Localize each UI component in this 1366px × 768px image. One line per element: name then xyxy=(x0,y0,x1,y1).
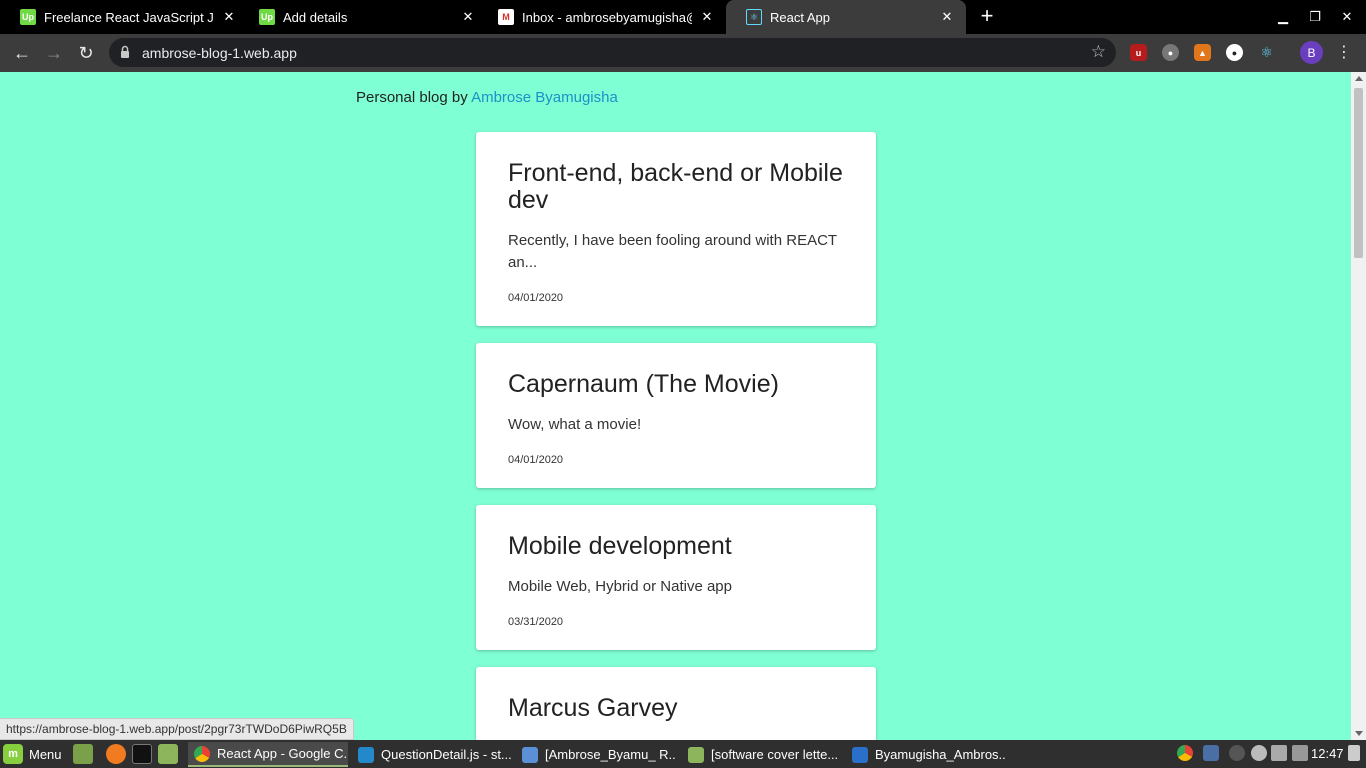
minimize-icon[interactable]: ▁ xyxy=(1266,0,1300,34)
back-arrow-icon[interactable]: ← xyxy=(10,41,34,65)
start-menu-button[interactable]: m Menu xyxy=(3,743,62,765)
task-document-viewer[interactable]: [Ambrose_Byamu_ R... xyxy=(516,742,676,767)
task-label: QuestionDetail.js - st... xyxy=(381,747,512,762)
volume-icon[interactable] xyxy=(1348,745,1360,761)
browser-toolbar: ← → ↻ ambrose-blog-1.web.app ☆ u ● ▲ ● ⚛… xyxy=(0,34,1366,72)
extension-circle-icon[interactable]: ● xyxy=(1162,44,1179,61)
header-text: Personal blog by xyxy=(356,89,472,106)
link-status-bubble: https://ambrose-blog-1.web.app/post/2pgr… xyxy=(0,718,354,740)
address-bar[interactable]: ambrose-blog-1.web.app ☆ xyxy=(109,38,1116,67)
react-devtools-icon[interactable]: ⚛ xyxy=(1258,44,1275,61)
task-label: [Ambrose_Byamu_ R... xyxy=(545,747,676,762)
scroll-down-arrow-icon[interactable] xyxy=(1355,731,1363,736)
tab-title: Inbox - ambrosebyamugisha@ xyxy=(522,9,692,25)
task-chrome[interactable]: React App - Google C... xyxy=(188,742,348,767)
network-icon[interactable] xyxy=(1271,745,1287,761)
tab-freelance-jobs[interactable]: Up Freelance React JavaScript Jobs ✕ xyxy=(0,0,248,34)
post-date: 04/01/2020 xyxy=(508,292,564,304)
scrollbar-thumb[interactable] xyxy=(1354,88,1363,258)
web-page: Personal blog by Ambrose Byamugisha Fron… xyxy=(0,72,1351,740)
scroll-up-arrow-icon[interactable] xyxy=(1355,76,1363,81)
task-label: Byamugisha_Ambros... xyxy=(875,747,1006,762)
bookmark-star-icon[interactable]: ☆ xyxy=(1091,42,1106,62)
post-excerpt: Recently, I have been fooling around wit… xyxy=(508,232,837,271)
document-viewer-icon xyxy=(522,746,538,763)
show-desktop-icon[interactable] xyxy=(73,744,93,764)
files-icon[interactable] xyxy=(158,744,178,764)
tab-inbox[interactable]: M Inbox - ambrosebyamugisha@ ✕ xyxy=(478,0,726,34)
post-title: Front-end, back-end or Mobile dev xyxy=(508,159,843,214)
more-menu-icon[interactable]: ⋮ xyxy=(1336,42,1352,62)
reload-icon[interactable]: ↻ xyxy=(74,41,98,65)
profile-avatar[interactable]: B xyxy=(1300,41,1323,64)
tab-add-details[interactable]: Up Add details ✕ xyxy=(239,0,487,34)
metamask-fox-icon[interactable]: ▲ xyxy=(1194,44,1211,61)
task-label: React App - Google C... xyxy=(217,746,348,761)
post-card[interactable]: Mobile development Mobile Web, Hybrid or… xyxy=(476,505,876,650)
post-list: Front-end, back-end or Mobile dev Recent… xyxy=(476,132,876,740)
extension-dot-icon[interactable]: ● xyxy=(1226,44,1243,61)
post-title: Capernaum (The Movie) xyxy=(508,370,779,398)
task-writer[interactable]: Byamugisha_Ambros... xyxy=(846,742,1006,767)
tab-react-app[interactable]: ⚛ React App ✕ xyxy=(726,0,966,34)
chrome-tray-icon[interactable] xyxy=(1177,745,1193,761)
tab-title: Freelance React JavaScript Jobs xyxy=(44,9,214,25)
writer-icon xyxy=(852,746,868,763)
post-excerpt: Mobile Web, Hybrid or Native app xyxy=(508,578,732,595)
post-excerpt: Wow, what a movie! xyxy=(508,416,642,433)
terminal-icon[interactable] xyxy=(132,744,152,764)
post-card[interactable]: Front-end, back-end or Mobile dev Recent… xyxy=(476,132,876,326)
restore-icon[interactable]: ❐ xyxy=(1298,0,1332,34)
upwork-icon: Up xyxy=(259,9,275,25)
tab-title: React App xyxy=(770,9,830,25)
mint-logo-icon: m xyxy=(3,744,23,764)
tab-title: Add details xyxy=(283,9,348,25)
user-icon[interactable] xyxy=(1251,745,1267,761)
browser-tab-strip: Up Freelance React JavaScript Jobs ✕ Up … xyxy=(0,0,1366,34)
post-card[interactable]: Capernaum (The Movie) Wow, what a movie!… xyxy=(476,343,876,488)
page-scrollbar[interactable] xyxy=(1351,72,1366,740)
forward-arrow-icon[interactable]: → xyxy=(42,41,66,65)
post-date: 04/01/2020 xyxy=(508,454,564,466)
task-vscode[interactable]: QuestionDetail.js - st... xyxy=(352,742,512,767)
url-text: ambrose-blog-1.web.app xyxy=(142,45,297,61)
post-title: Mobile development xyxy=(508,532,732,560)
bluetooth-icon[interactable] xyxy=(1229,745,1245,761)
folder-icon xyxy=(688,746,704,763)
react-icon: ⚛ xyxy=(746,9,762,25)
author-link[interactable]: Ambrose Byamugisha xyxy=(471,89,618,106)
shield-icon[interactable] xyxy=(1203,745,1219,761)
ublock-extension-icon[interactable]: u xyxy=(1130,44,1147,61)
task-folder[interactable]: [software cover lette... xyxy=(682,742,842,767)
firefox-icon[interactable] xyxy=(106,744,126,764)
clipboard-icon[interactable] xyxy=(1292,745,1308,761)
close-icon[interactable]: ✕ xyxy=(938,8,956,26)
post-card[interactable]: Marcus Garvey xyxy=(476,667,876,740)
page-header: Personal blog by Ambrose Byamugisha xyxy=(356,89,618,106)
post-date: 03/31/2020 xyxy=(508,616,564,628)
clock[interactable]: 12:47 xyxy=(1311,746,1344,761)
os-taskbar: m Menu React App - Google C... QuestionD… xyxy=(0,740,1366,768)
close-icon[interactable]: ✕ xyxy=(698,8,716,26)
chrome-icon xyxy=(194,745,210,762)
close-icon[interactable]: ✕ xyxy=(220,8,238,26)
task-label: [software cover lette... xyxy=(711,747,839,762)
upwork-icon: Up xyxy=(20,9,36,25)
gmail-icon: M xyxy=(498,9,514,25)
lock-icon xyxy=(121,45,129,58)
close-icon[interactable]: ✕ xyxy=(459,8,477,26)
vscode-icon xyxy=(358,746,374,763)
window-close-icon[interactable]: ✕ xyxy=(1330,0,1364,34)
new-tab-button[interactable]: + xyxy=(976,5,998,27)
menu-label: Menu xyxy=(29,746,62,762)
post-title: Marcus Garvey xyxy=(508,694,678,722)
